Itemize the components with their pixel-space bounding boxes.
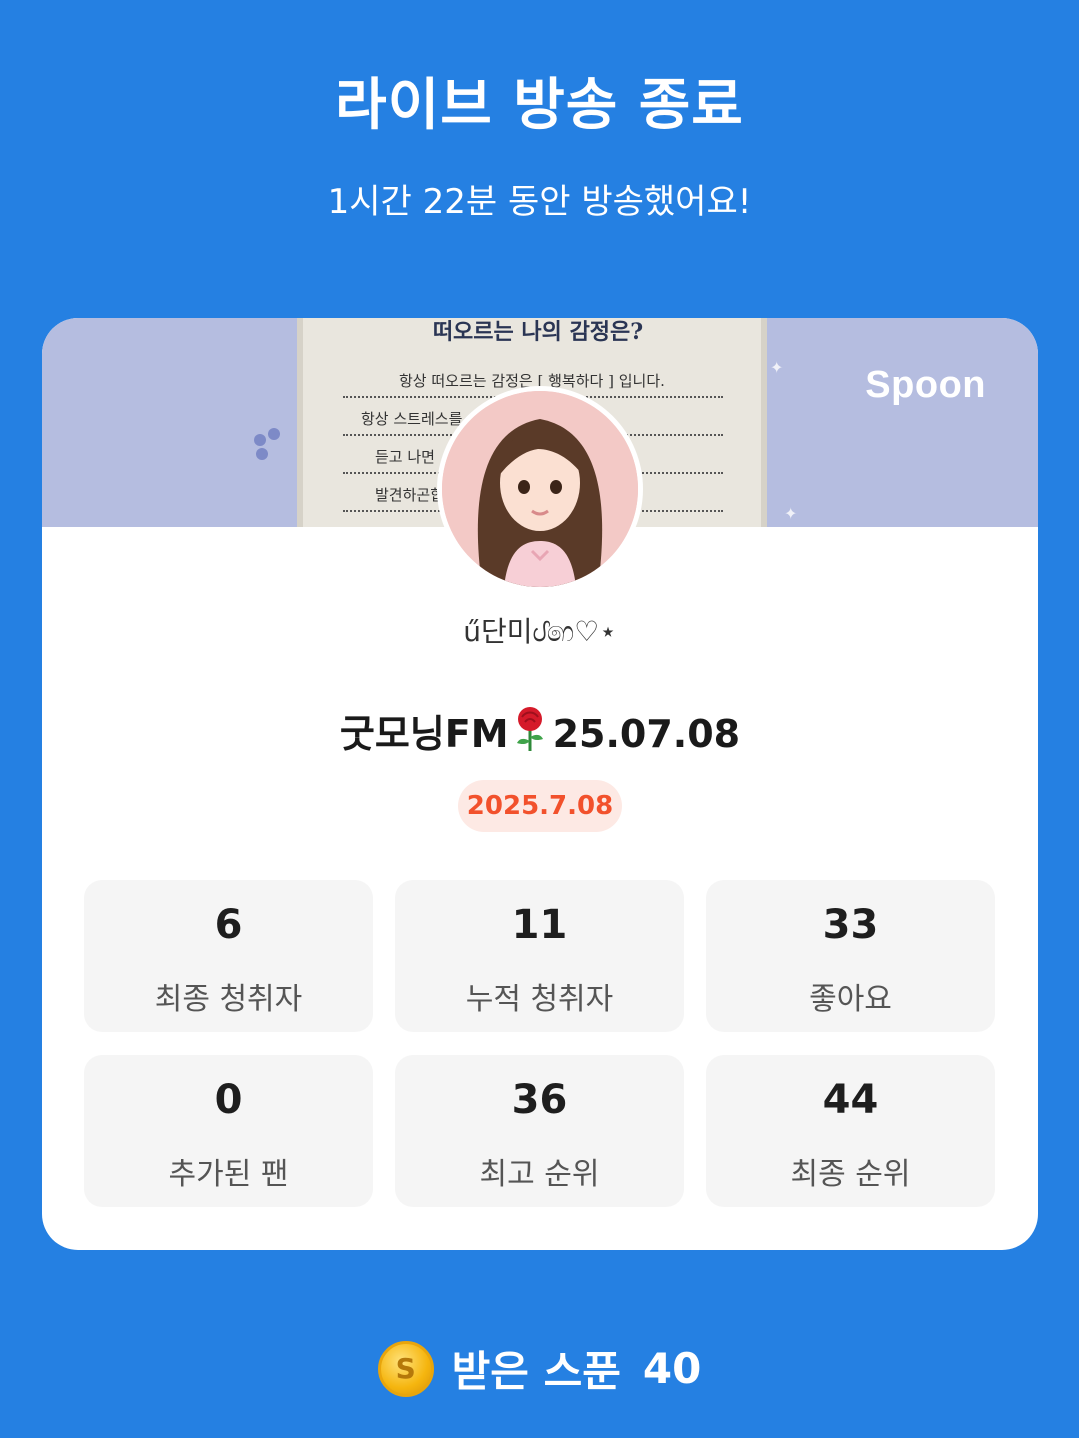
- received-spoons: S 받은 스푼 40: [0, 1338, 1079, 1398]
- sparkle-icon: ✦: [784, 504, 798, 523]
- stat-likes: 33 좋아요: [706, 880, 995, 1032]
- avatar[interactable]: [437, 386, 643, 592]
- stat-total-listeners: 11 누적 청취자: [395, 880, 684, 1032]
- room-date: 25.07.08: [552, 712, 741, 756]
- spoon-logo: Spoon: [865, 364, 986, 406]
- stat-value: 0: [214, 1077, 243, 1123]
- stat-final-listeners: 6 최종 청취자: [84, 880, 373, 1032]
- stat-label: 추가된 팬: [168, 1157, 289, 1192]
- stat-best-rank: 36 최고 순위: [395, 1055, 684, 1207]
- stat-value: 36: [511, 1077, 568, 1123]
- stat-label: 누적 청취자: [465, 982, 614, 1017]
- received-spoons-label: 받은 스푼: [451, 1347, 621, 1396]
- streamer-nickname: ű단미ᦔ෨♡⋆: [463, 615, 617, 648]
- room-title: 굿모닝FM 25.07.08: [42, 703, 1038, 766]
- broadcast-date-badge: 2025.7.08: [458, 780, 622, 832]
- stat-label: 좋아요: [809, 982, 892, 1017]
- stat-new-fans: 0 추가된 팬: [84, 1055, 373, 1207]
- stat-label: 최고 순위: [479, 1157, 600, 1192]
- page-title: 라이브 방송 종료: [335, 73, 744, 138]
- stat-value: 44: [822, 1077, 879, 1123]
- sparkle-icon: ✦: [770, 358, 784, 377]
- avatar-image: [442, 391, 638, 587]
- rose-icon: [513, 707, 547, 760]
- stat-label: 최종 순위: [790, 1157, 911, 1192]
- stat-final-rank: 44 최종 순위: [706, 1055, 995, 1207]
- live-end-screen: 라이브 방송 종료 1시간 22분 동안 방송했어요! 떠오르는 나의 감정은?…: [0, 0, 1079, 1438]
- stat-label: 최종 청취자: [154, 982, 303, 1017]
- stat-value: 33: [822, 902, 879, 948]
- cover-heading: 떠오르는 나의 감정은?: [432, 319, 644, 345]
- broadcast-duration: 1시간 22분 동안 방송했어요!: [327, 182, 752, 222]
- stat-value: 6: [214, 902, 243, 948]
- received-spoons-count: 40: [642, 1344, 702, 1393]
- stat-value: 11: [511, 902, 568, 948]
- broadcast-summary-card: 떠오르는 나의 감정은? 항상 떠오르는 감정은 [ 행복하다 ] 입니다. 항…: [42, 318, 1038, 1250]
- spoon-coin-icon: S: [377, 1340, 434, 1397]
- room-title-text: 굿모닝FM: [339, 712, 509, 756]
